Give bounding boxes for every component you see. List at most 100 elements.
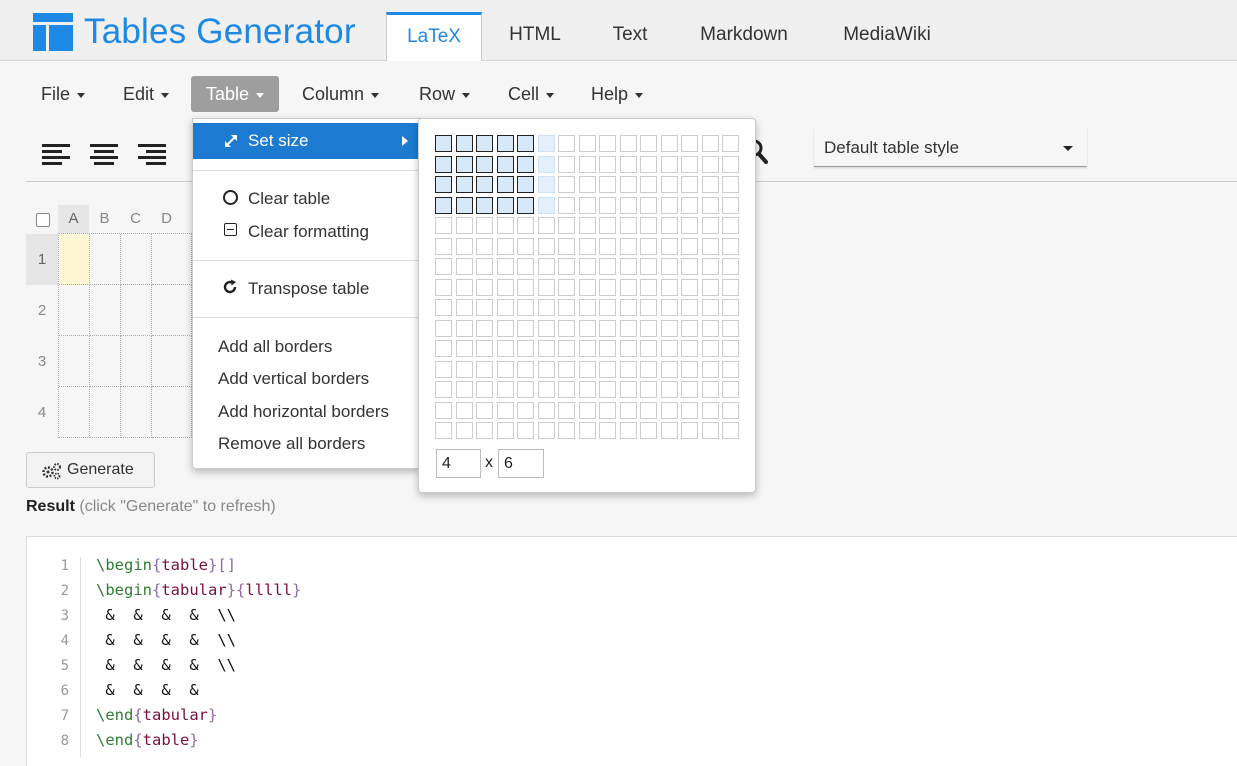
size-grid-cell[interactable] [599,360,616,378]
size-grid-cell[interactable] [476,155,493,173]
size-grid-cell[interactable] [537,176,555,193]
size-grid-cell[interactable] [578,135,596,152]
size-grid-cell[interactable] [455,217,473,234]
size-grid-cell[interactable] [619,176,637,193]
menu-cell[interactable]: Cell [493,76,569,112]
cols-input[interactable]: 6 [498,449,544,478]
size-grid-cell[interactable] [537,237,555,255]
size-grid-cell[interactable] [455,401,473,419]
app-title[interactable]: Tables Generator [84,12,356,52]
size-grid-cell[interactable] [681,217,698,234]
size-grid-cell[interactable] [578,176,596,193]
size-grid-cell[interactable] [578,237,596,255]
size-grid-cell[interactable] [455,360,473,378]
size-grid-cell[interactable] [701,258,719,275]
size-grid-cell[interactable] [517,360,534,378]
size-grid-cell[interactable] [640,217,657,234]
size-grid-cell[interactable] [722,422,739,439]
size-grid-cell[interactable] [701,135,719,152]
size-grid-cell[interactable] [578,422,596,439]
size-grid-cell[interactable] [435,258,452,275]
size-grid-cell[interactable] [496,217,514,234]
size-grid-cell[interactable] [722,278,739,296]
size-grid-cell[interactable] [599,135,616,152]
size-grid-cell[interactable] [558,258,575,275]
size-grid-cell[interactable] [537,196,555,214]
size-grid-cell[interactable] [599,217,616,234]
size-grid-cell[interactable] [435,360,452,378]
menu-item-remove-all-borders[interactable]: Remove all borders [193,430,420,456]
menu-item-transpose-table[interactable]: Transpose table [193,275,420,301]
size-grid-cell[interactable] [476,360,493,378]
size-grid-cell[interactable] [660,278,678,296]
size-grid-cell[interactable] [701,217,719,234]
size-grid-cell[interactable] [435,237,452,255]
table-cell[interactable] [121,387,152,438]
size-grid-cell[interactable] [517,176,534,193]
column-header-d[interactable]: D [151,205,182,233]
column-header-b[interactable]: B [89,205,120,233]
size-grid-cell[interactable] [558,381,575,398]
size-grid-cell[interactable] [599,155,616,173]
size-grid-cell[interactable] [722,401,739,419]
table-cell[interactable] [59,336,90,387]
size-grid-cell[interactable] [640,196,657,214]
table-cell[interactable] [59,285,90,336]
size-grid-cell[interactable] [619,135,637,152]
size-grid-cell[interactable] [619,196,637,214]
size-grid-cell[interactable] [681,196,698,214]
size-grid-cell[interactable] [517,422,534,439]
size-grid-cell[interactable] [578,196,596,214]
table-style-select[interactable]: Default table style [814,128,1087,167]
size-grid-cell[interactable] [455,258,473,275]
size-grid-cell[interactable] [558,135,575,152]
latex-output[interactable]: 1 \begin{table}[] 2 \begin{tabular}{lllll} 3… [26,536,1237,766]
size-grid-cell[interactable] [435,422,452,439]
align-left-icon[interactable] [42,144,70,165]
tab-text[interactable]: Text [592,12,668,60]
table-cell[interactable] [152,336,192,387]
size-grid-cell[interactable] [640,278,657,296]
size-grid-cell[interactable] [681,340,698,357]
size-grid-cell[interactable] [476,217,493,234]
size-grid-cell[interactable] [660,155,678,173]
size-grid-cell[interactable] [537,340,555,357]
size-grid-cell[interactable] [722,299,739,316]
size-grid-cell[interactable] [640,299,657,316]
size-grid-cell[interactable] [722,340,739,357]
size-grid-cell[interactable] [701,381,719,398]
size-grid-cell[interactable] [722,176,739,193]
table-cell[interactable] [152,387,192,438]
size-grid-cell[interactable] [558,217,575,234]
size-grid-cell[interactable] [517,155,534,173]
size-grid-cell[interactable] [537,319,555,337]
size-grid-cell[interactable] [640,422,657,439]
size-grid-cell[interactable] [599,401,616,419]
size-grid-cell[interactable] [496,196,514,214]
size-grid-cell[interactable] [701,155,719,173]
size-grid-cell[interactable] [722,237,739,255]
size-grid-cell[interactable] [660,217,678,234]
size-grid-cell[interactable] [517,258,534,275]
row-header-4[interactable]: 4 [26,387,58,438]
size-grid-cell[interactable] [681,360,698,378]
size-grid-cell[interactable] [701,278,719,296]
size-grid-cell[interactable] [455,319,473,337]
size-grid-cell[interactable] [435,381,452,398]
size-grid-cell[interactable] [476,258,493,275]
size-grid-cell[interactable] [537,401,555,419]
size-grid-cell[interactable] [476,340,493,357]
table-cell[interactable] [59,234,90,285]
size-grid-cell[interactable] [496,135,514,152]
size-grid-cell[interactable] [537,135,555,152]
size-grid-cell[interactable] [660,422,678,439]
table-cell[interactable] [90,234,121,285]
size-grid-cell[interactable] [660,176,678,193]
size-grid-cell[interactable] [435,217,452,234]
table-cell[interactable] [121,336,152,387]
size-grid-cell[interactable] [496,340,514,357]
size-grid-cell[interactable] [578,155,596,173]
size-grid-cell[interactable] [640,135,657,152]
table-cell[interactable] [59,387,90,438]
menu-item-set-size[interactable]: Set size [193,123,420,159]
